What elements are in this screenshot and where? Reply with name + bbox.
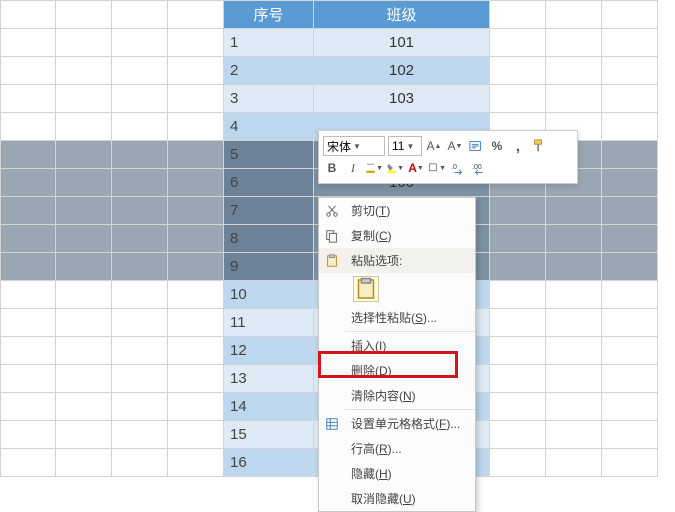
ctx-cut[interactable]: 剪切(T): [319, 198, 475, 223]
table-row[interactable]: 2102: [1, 57, 658, 85]
svg-text:.00: .00: [472, 164, 482, 171]
ctx-paste-options-header: 粘贴选项:: [319, 248, 475, 273]
fill-color-icon[interactable]: ▼: [386, 159, 404, 177]
comma-icon[interactable]: ,: [509, 137, 527, 155]
font-name: 宋体: [327, 138, 351, 155]
percent-icon[interactable]: %: [488, 137, 506, 155]
cell-idx[interactable]: 5: [224, 141, 314, 169]
mini-toolbar: 宋体▼ 11▼ A▲ A▼ % , B I ▼ ▼ A▼ ▼ .0: [318, 130, 578, 184]
cell-idx[interactable]: 1: [224, 29, 314, 57]
cell-class[interactable]: 102: [314, 57, 490, 85]
cell-idx[interactable]: 9: [224, 253, 314, 281]
cell-idx[interactable]: 6: [224, 169, 314, 197]
cell-idx[interactable]: 4: [224, 113, 314, 141]
copy-icon: [319, 229, 345, 243]
cell-idx[interactable]: 10: [224, 281, 314, 309]
cell-idx[interactable]: 11: [224, 309, 314, 337]
clipboard-icon: [319, 254, 345, 268]
font-color-icon[interactable]: A▼: [407, 159, 425, 177]
ctx-copy[interactable]: 复制(C): [319, 223, 475, 248]
font-size: 11: [392, 139, 404, 153]
italic-icon[interactable]: I: [344, 159, 362, 177]
ctx-clear[interactable]: 清除内容(N): [319, 383, 475, 408]
cell-idx[interactable]: 2: [224, 57, 314, 85]
ctx-insert[interactable]: 插入(I): [319, 333, 475, 358]
column-header-class[interactable]: 班级: [314, 1, 490, 29]
cell-idx[interactable]: 16: [224, 449, 314, 477]
format-cells-icon: [319, 417, 345, 431]
ctx-delete[interactable]: 删除(D): [319, 358, 475, 383]
cell-idx[interactable]: 7: [224, 197, 314, 225]
table-row[interactable]: 1101: [1, 29, 658, 57]
paste-icon[interactable]: [353, 276, 379, 302]
bold-icon[interactable]: B: [323, 159, 341, 177]
font-size-select[interactable]: 11▼: [388, 136, 422, 156]
cell-idx[interactable]: 15: [224, 421, 314, 449]
ctx-format-cells[interactable]: 设置单元格格式(F)...: [319, 411, 475, 436]
ctx-paste-default[interactable]: [319, 273, 475, 305]
cell-class[interactable]: 101: [314, 29, 490, 57]
cell-idx[interactable]: 12: [224, 337, 314, 365]
cell-class[interactable]: 103: [314, 85, 490, 113]
accounting-format-icon[interactable]: [467, 137, 485, 155]
table-row[interactable]: 3103: [1, 85, 658, 113]
column-header-idx[interactable]: 序号: [224, 1, 314, 29]
format-painter-icon[interactable]: [530, 137, 548, 155]
scissors-icon: [319, 204, 345, 218]
border-icon[interactable]: ▼: [428, 159, 446, 177]
increase-font-icon[interactable]: A▲: [425, 137, 443, 155]
increase-decimal-icon[interactable]: .00: [470, 159, 488, 177]
ctx-hide[interactable]: 隐藏(H): [319, 461, 475, 486]
decrease-decimal-icon[interactable]: .0: [449, 159, 467, 177]
decrease-font-icon[interactable]: A▼: [446, 137, 464, 155]
cell-idx[interactable]: 3: [224, 85, 314, 113]
cell-idx[interactable]: 14: [224, 393, 314, 421]
svg-text:.0: .0: [451, 164, 457, 171]
underline-icon[interactable]: ▼: [365, 159, 383, 177]
context-menu: 剪切(T) 复制(C) 粘贴选项: 选择性粘贴(S)... 插入(I) 删除(D…: [318, 197, 476, 512]
ctx-unhide[interactable]: 取消隐藏(U): [319, 486, 475, 511]
cell-idx[interactable]: 13: [224, 365, 314, 393]
ctx-row-height[interactable]: 行高(R)...: [319, 436, 475, 461]
ctx-paste-special[interactable]: 选择性粘贴(S)...: [319, 305, 475, 330]
cell-idx[interactable]: 8: [224, 225, 314, 253]
font-select[interactable]: 宋体▼: [323, 136, 385, 156]
